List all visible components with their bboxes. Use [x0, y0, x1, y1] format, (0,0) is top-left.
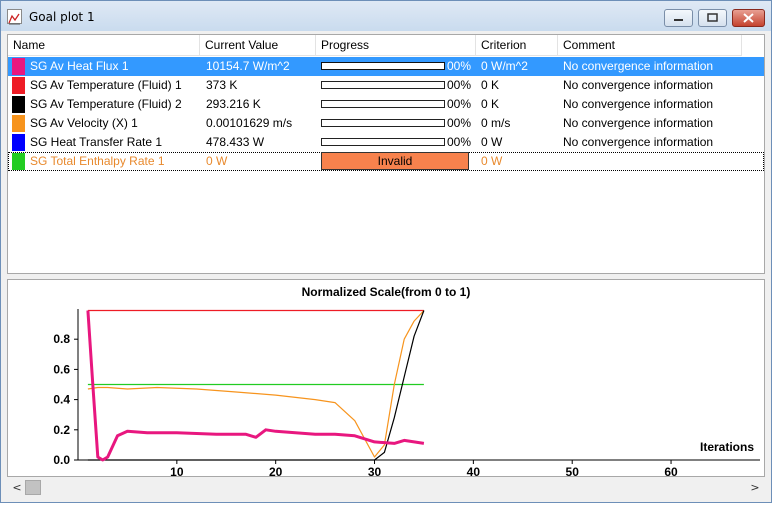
x-tick-label: 60	[664, 465, 678, 476]
title-bar[interactable]: Goal plot 1	[1, 1, 771, 31]
goal-criterion: 0 K	[481, 97, 500, 111]
goal-comment: No convergence information	[563, 78, 714, 92]
series-line-2	[87, 310, 425, 458]
goal-comment: No convergence information	[563, 116, 714, 130]
progress-bar	[321, 62, 445, 70]
goal-name: SG Av Temperature (Fluid) 1	[30, 78, 182, 92]
goal-value: 478.433 W	[206, 135, 265, 149]
progress-bar	[321, 100, 445, 108]
progress-bar	[321, 81, 445, 89]
column-header-progress[interactable]: Progress	[316, 35, 476, 56]
window-title: Goal plot 1	[29, 10, 95, 24]
table-row[interactable]: SG Av Heat Flux 1 10154.7 W/m^2 00% 0 W/…	[8, 57, 764, 76]
x-axis-label: Iterations	[700, 440, 754, 454]
goal-criterion: 0 W	[481, 135, 503, 149]
close-button[interactable]	[732, 9, 765, 27]
goals-table: Name Current Value Progress Criterion Co…	[7, 34, 765, 274]
table-row[interactable]: SG Av Temperature (Fluid) 1 373 K 00% 0 …	[8, 76, 764, 95]
goal-criterion: 0 W	[481, 154, 503, 168]
series-color-swatch	[12, 153, 25, 170]
chart-title: Normalized Scale(from 0 to 1)	[302, 285, 471, 299]
x-tick-label: 10	[170, 465, 184, 476]
horizontal-scrollbar[interactable]: < >	[7, 479, 765, 496]
chart-app-icon	[7, 9, 22, 25]
progress-bar	[321, 119, 445, 127]
progress-label: 00%	[447, 97, 472, 111]
progress-label: 00%	[447, 116, 472, 130]
x-tick-label: 40	[467, 465, 481, 476]
column-header-criterion[interactable]: Criterion	[476, 35, 558, 56]
scroll-thumb[interactable]	[25, 480, 41, 495]
column-header-name[interactable]: Name	[8, 35, 200, 56]
goal-criterion: 0 m/s	[481, 116, 511, 130]
scroll-right-arrow[interactable]: >	[747, 480, 763, 495]
table-row[interactable]: SG Heat Transfer Rate 1 478.433 W 00% 0 …	[8, 133, 764, 152]
goal-name: SG Av Velocity (X) 1	[30, 116, 138, 130]
column-header-current-value[interactable]: Current Value	[200, 35, 316, 56]
minimize-button[interactable]	[664, 9, 693, 27]
x-tick-label: 20	[269, 465, 283, 476]
goal-plot-window: Goal plot 1 Name Current Value Progress …	[0, 0, 772, 503]
goal-comment: No convergence information	[563, 135, 714, 149]
progress-bar	[321, 138, 445, 146]
progress-label: 00%	[447, 135, 472, 149]
maximize-button[interactable]	[698, 9, 727, 27]
goal-name: SG Heat Transfer Rate 1	[30, 135, 163, 149]
goal-value: 10154.7 W/m^2	[206, 59, 290, 73]
table-row[interactable]: SG Av Temperature (Fluid) 2 293.216 K 00…	[8, 95, 764, 114]
goal-criterion: 0 K	[481, 78, 500, 92]
goal-value: 293.216 K	[206, 97, 261, 111]
series-color-swatch	[12, 96, 25, 113]
y-tick-label: 0.0	[53, 453, 70, 467]
goal-value: 373 K	[206, 78, 238, 92]
column-header-comment[interactable]: Comment	[558, 35, 742, 56]
table-row[interactable]: SG Total Enthalpy Rate 1 0 W Invalid 0 W	[8, 152, 764, 171]
y-tick-label: 0.8	[53, 332, 70, 346]
table-row[interactable]: SG Av Velocity (X) 1 0.00101629 m/s 00% …	[8, 114, 764, 133]
goal-name: SG Av Heat Flux 1	[30, 59, 129, 73]
series-color-swatch	[12, 115, 25, 132]
goal-value: 0 W	[206, 154, 228, 168]
series-color-swatch	[12, 77, 25, 94]
series-color-swatch	[12, 134, 25, 151]
progress-label: 00%	[447, 78, 472, 92]
goal-chart: Normalized Scale(from 0 to 1) 0.0 0.2 0.4 0…	[53, 285, 760, 479]
y-tick-label: 0.2	[53, 423, 70, 437]
x-tick-label: 50	[566, 465, 580, 476]
goal-comment: No convergence information	[563, 97, 714, 111]
goal-name: SG Total Enthalpy Rate 1	[30, 154, 165, 168]
chart-pane: Normalized Scale(from 0 to 1) 0.0 0.2 0.4 0…	[7, 279, 765, 479]
x-tick-label: 30	[368, 465, 382, 476]
y-tick-label: 0.6	[53, 362, 70, 376]
series-color-swatch	[12, 58, 25, 75]
goal-value: 0.00101629 m/s	[206, 116, 293, 130]
goal-criterion: 0 W/m^2	[481, 59, 528, 73]
series-line-4	[86, 310, 425, 462]
progress-label: 00%	[447, 59, 472, 73]
goal-comment: No convergence information	[563, 59, 714, 73]
scroll-left-arrow[interactable]: <	[9, 480, 25, 495]
y-tick-label: 0.4	[53, 393, 70, 407]
invalid-progress-indicator: Invalid	[321, 152, 469, 170]
goal-name: SG Av Temperature (Fluid) 2	[30, 97, 182, 111]
